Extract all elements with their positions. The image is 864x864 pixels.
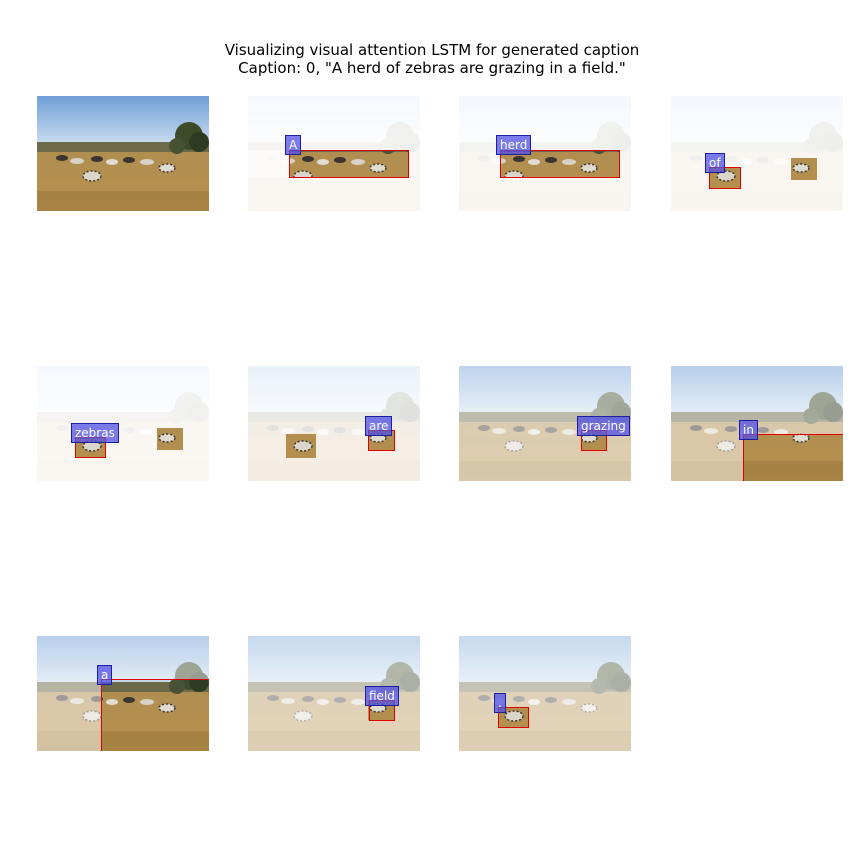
word-label-3: of — [705, 153, 725, 173]
word-label-9: field — [365, 686, 399, 706]
attention-map-5 — [248, 366, 420, 481]
word-label-1: A — [285, 135, 302, 155]
attention-panel-1: A — [248, 96, 420, 211]
attention-box-7 — [743, 434, 843, 481]
figure-caption: Caption: 0, "A herd of zebras are grazin… — [238, 59, 626, 77]
attention-panel-6: grazing — [459, 366, 631, 481]
attention-map-3 — [671, 96, 843, 211]
attention-panel-3: of — [671, 96, 843, 211]
word-label-2: herd — [496, 135, 532, 155]
word-label-10: . — [494, 693, 506, 713]
word-label-8: a — [97, 665, 113, 685]
original-image — [37, 96, 209, 211]
attention-panel-4: zebras — [37, 366, 209, 481]
attention-panel-2: herd — [459, 96, 631, 211]
attention-map-10 — [459, 636, 631, 751]
attention-map-4 — [37, 366, 209, 481]
attention-panel-8: a — [37, 636, 209, 751]
word-label-5: are — [365, 416, 393, 436]
attention-panel-7: in — [671, 366, 843, 481]
attention-box-8 — [101, 679, 209, 751]
word-label-7: in — [739, 420, 758, 440]
figure-title: Visualizing visual attention LSTM for ge… — [224, 41, 640, 59]
attention-panel-5: are — [248, 366, 420, 481]
word-label-4: zebras — [71, 423, 119, 443]
original-image-panel — [37, 96, 209, 211]
attention-box-1 — [289, 150, 409, 178]
attention-panel-9: field — [248, 636, 420, 751]
attention-panel-10: . — [459, 636, 631, 751]
word-label-6: grazing — [577, 416, 630, 436]
